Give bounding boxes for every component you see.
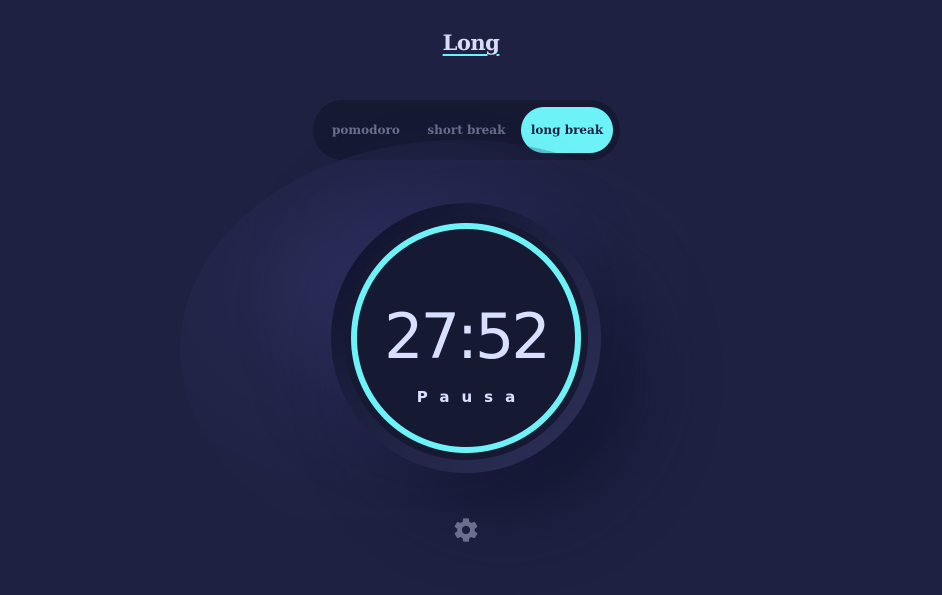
timer-display: 27:52 <box>384 300 551 373</box>
page-title: Long <box>442 30 500 55</box>
timer-face[interactable]: 27:52 Pausa <box>344 216 588 460</box>
gear-icon-graphic <box>454 518 478 542</box>
pause-button[interactable]: Pausa <box>344 388 588 406</box>
app-page: Long pomodoro short break long break 27:… <box>0 0 942 595</box>
timer-dial: 27:52 Pausa <box>331 203 601 473</box>
tab-long-break[interactable]: long break <box>520 107 613 153</box>
gear-icon[interactable] <box>452 516 480 544</box>
